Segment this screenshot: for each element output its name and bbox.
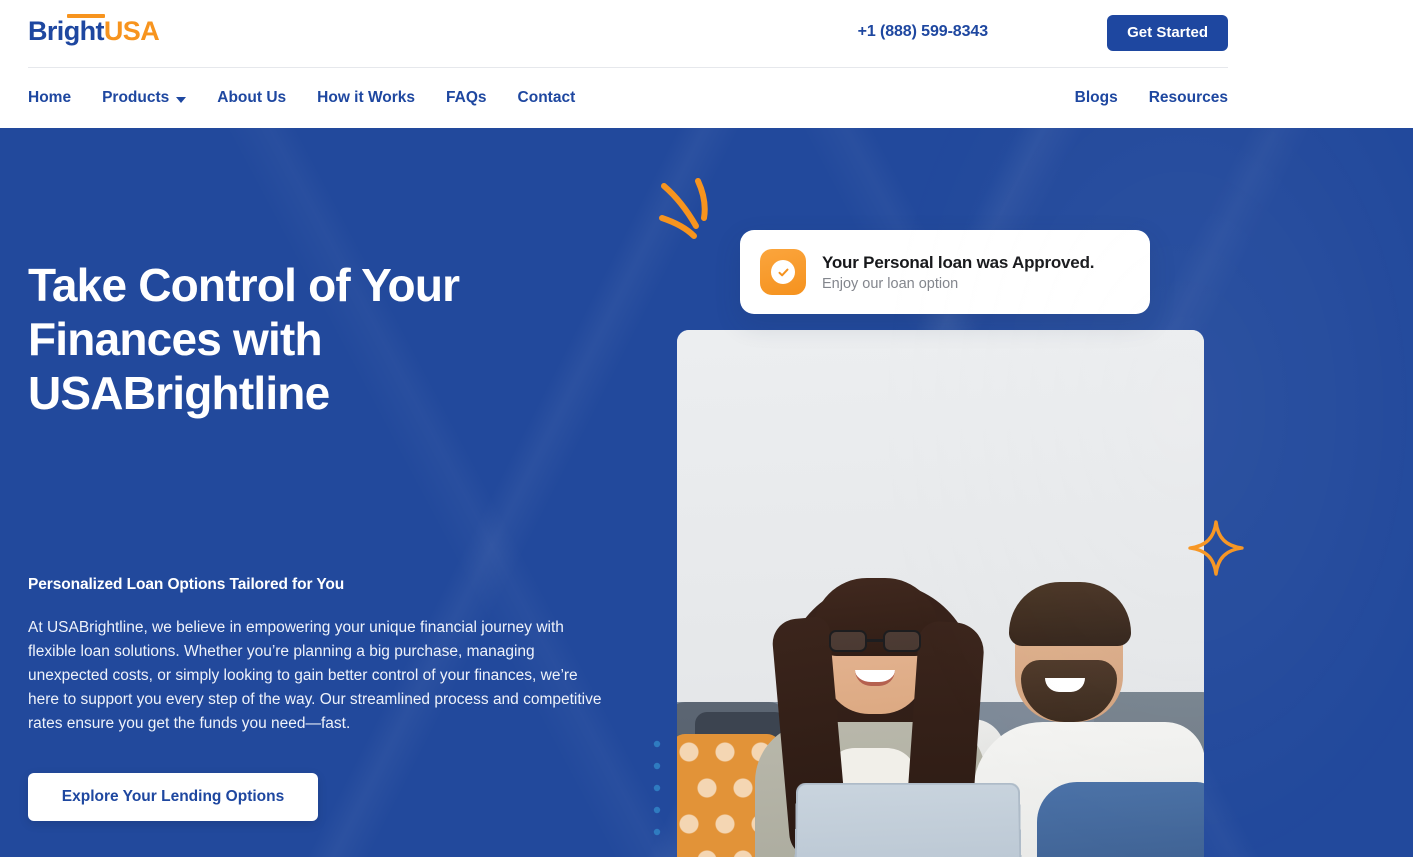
hero-container: Take Control of Your Finances with USABr… [0, 128, 1244, 857]
check-circle-icon [771, 260, 795, 284]
glasses-bridge [867, 639, 883, 642]
photo-woman-glasses [829, 630, 921, 652]
nav-item-how-it-works[interactable]: How it Works [317, 89, 415, 107]
nav-label: Resources [1148, 89, 1228, 106]
hero-subtitle: Personalized Loan Options Tailored for Y… [28, 576, 345, 593]
nav-item-about-us[interactable]: About Us [217, 89, 286, 107]
nav-label: Blogs [1074, 89, 1118, 106]
landing-page: BrightUSA +1 (888) 599-8343 Get Started … [0, 0, 1413, 857]
sparkle-star-icon [1188, 520, 1244, 576]
hero-photo [677, 330, 1204, 857]
notification-subtitle: Enjoy our loan option [822, 275, 959, 292]
logo-text-accent: USA [103, 16, 160, 46]
notification-text: Your Personal loan was Approved. Enjoy o… [822, 253, 1094, 292]
header-container: BrightUSA +1 (888) 599-8343 Get Started … [0, 0, 1228, 128]
hero-copy-block: Take Control of Your Finances with USABr… [28, 258, 613, 821]
header-topbar: BrightUSA +1 (888) 599-8343 Get Started [0, 0, 1228, 67]
hero-title: Take Control of Your Finances with USABr… [28, 259, 460, 419]
nav-item-resources[interactable]: Resources [1149, 89, 1228, 107]
photo-man-jeans [1037, 782, 1204, 857]
explore-lending-options-button[interactable]: Explore Your Lending Options [28, 773, 318, 821]
nav-primary-group: Home Products About Us How it Works FAQs [28, 68, 575, 128]
hero-section: Take Control of Your Finances with USABr… [0, 128, 1413, 857]
approval-badge [760, 249, 806, 295]
nav-item-contact[interactable]: Contact [518, 89, 576, 107]
glasses-lens-right [883, 630, 921, 652]
hero-visual: Your Personal loan was Approved. Enjoy o… [650, 168, 1244, 857]
header-phone-link[interactable]: +1 (888) 599-8343 [858, 23, 989, 41]
nav-item-faqs[interactable]: FAQs [446, 89, 486, 107]
loan-approved-notification-card: Your Personal loan was Approved. Enjoy o… [740, 230, 1150, 314]
notification-title: Your Personal loan was Approved. [822, 252, 1095, 272]
hero-body-text: At USABrightline, we believe in empoweri… [28, 619, 602, 732]
brand-logo[interactable]: BrightUSA [28, 14, 160, 46]
nav-label: FAQs [446, 89, 487, 106]
glasses-lens-left [829, 630, 867, 652]
nav-label: Home [28, 89, 72, 106]
chevron-down-icon [176, 96, 187, 103]
photo-laptop [793, 782, 1023, 857]
nav-label: Products [102, 89, 170, 106]
logo-text-primary: Bright [28, 16, 104, 46]
nav-label: About Us [217, 89, 287, 106]
nav-label: How it Works [317, 89, 416, 106]
nav-item-blogs[interactable]: Blogs [1075, 89, 1118, 107]
swoosh-decoration-icon [659, 178, 708, 239]
site-header: BrightUSA +1 (888) 599-8343 Get Started … [0, 0, 1413, 128]
nav-item-products[interactable]: Products [102, 89, 187, 107]
check-icon [778, 268, 788, 276]
main-navigation: Home Products About Us How it Works FAQs [0, 68, 1228, 128]
nav-secondary-group: Blogs Resources [1075, 68, 1228, 128]
nav-label: Contact [517, 89, 576, 106]
nav-item-home[interactable]: Home [28, 89, 71, 107]
get-started-button[interactable]: Get Started [1107, 15, 1228, 51]
